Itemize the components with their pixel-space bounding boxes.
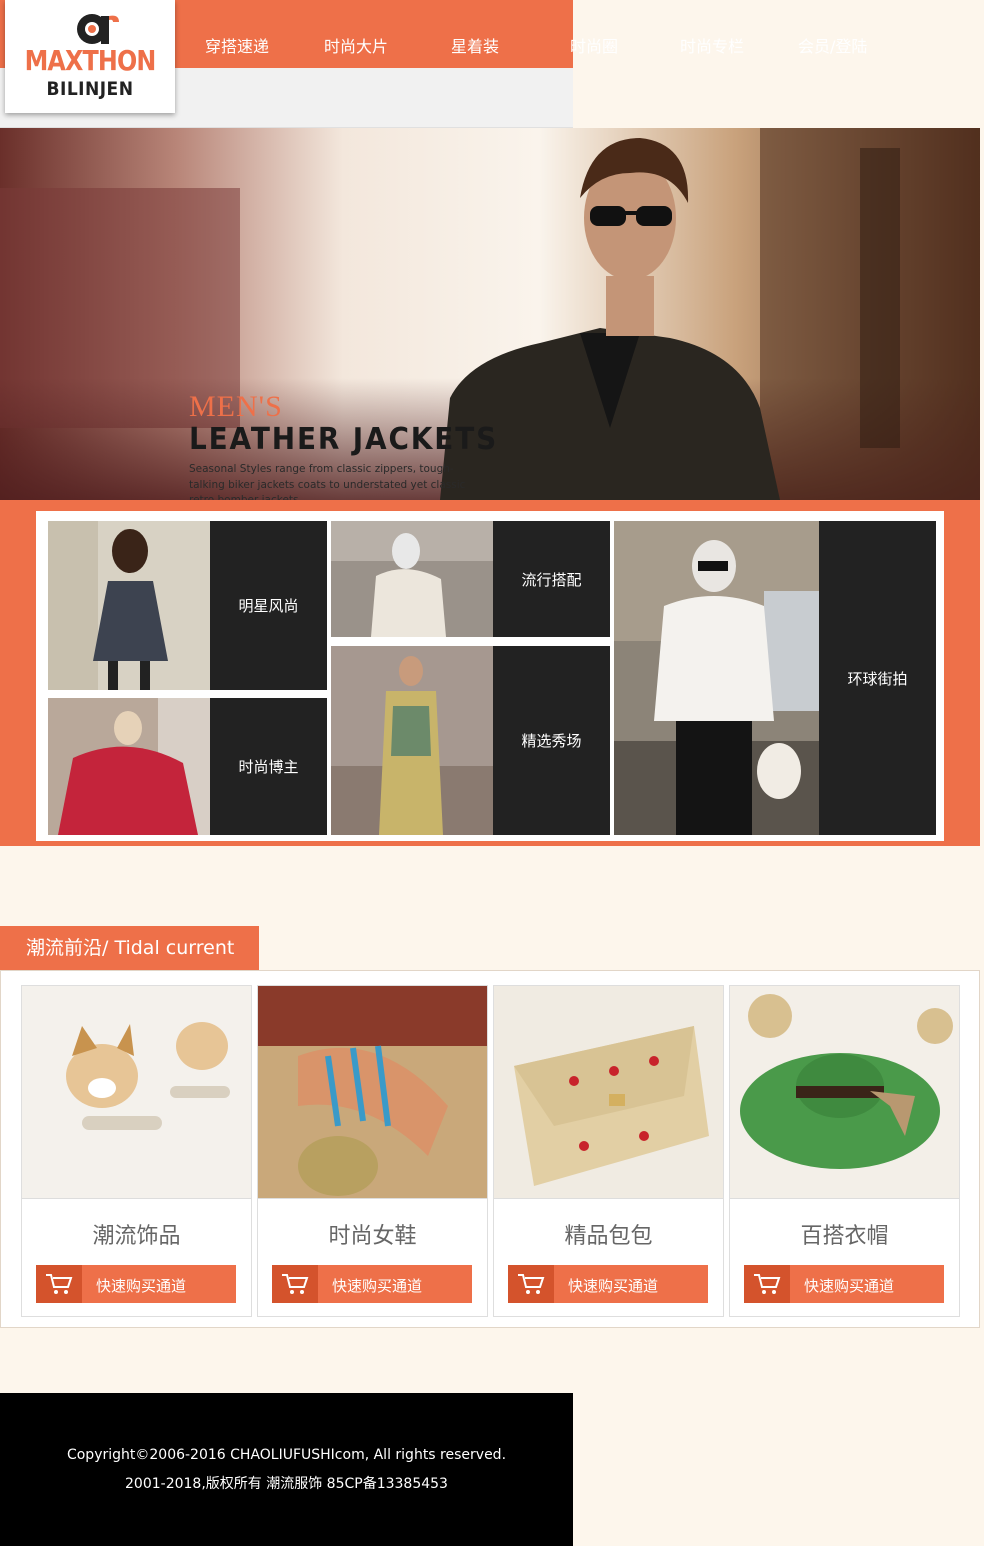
logo-mark-icon bbox=[77, 14, 119, 44]
buy-button[interactable]: 快速购买通道 bbox=[272, 1265, 472, 1303]
product-name: 潮流饰品 bbox=[92, 1224, 181, 1249]
nav-item-celebrity-style[interactable]: 星着装 bbox=[451, 33, 499, 57]
nav-item-fashion-circle[interactable]: 时尚圈 bbox=[570, 33, 618, 57]
category-tile-fashion-blogger[interactable]: 时尚博主 bbox=[48, 698, 327, 835]
shopping-cart-icon bbox=[272, 1265, 318, 1303]
product-name: 精品包包 bbox=[564, 1224, 653, 1249]
product-image[interactable] bbox=[258, 986, 487, 1199]
section-title: 潮流前沿/ Tidal current bbox=[0, 926, 259, 970]
shopping-cart-icon bbox=[508, 1265, 554, 1303]
category-photo bbox=[331, 521, 493, 637]
category-label: 时尚博主 bbox=[210, 698, 327, 835]
buy-button[interactable]: 快速购买通道 bbox=[508, 1265, 708, 1303]
product-image[interactable] bbox=[22, 986, 251, 1199]
footer-license: 2001-2018,版权所有 潮流服饰 85CP备13385453 bbox=[125, 1476, 448, 1492]
product-card-accessories[interactable]: 潮流饰品 快速购买通道 bbox=[21, 985, 252, 1317]
category-tile-global-street[interactable]: 环球街拍 bbox=[614, 521, 936, 835]
buy-button-label: 快速购买通道 bbox=[804, 1277, 895, 1295]
category-photo bbox=[48, 521, 210, 690]
category-label: 环球街拍 bbox=[819, 521, 936, 835]
footer: Copyright©2006-2016 CHAOLIUFUSHIcom, All… bbox=[0, 1393, 573, 1546]
nav-item-member-login[interactable]: 会员/登陆 bbox=[798, 33, 867, 57]
product-card-hats[interactable]: 百搭衣帽 快速购买通道 bbox=[729, 985, 960, 1317]
category-tile-runway-selection[interactable]: 精选秀场 bbox=[331, 646, 610, 835]
logo-brand-secondary: BILINJEN bbox=[46, 78, 134, 100]
product-card-womens-shoes[interactable]: 时尚女鞋 快速购买通道 bbox=[257, 985, 488, 1317]
category-label: 明星风尚 bbox=[210, 521, 327, 690]
site-logo[interactable]: MAXTHON BILINJEN bbox=[5, 0, 175, 113]
buy-button-label: 快速购买通道 bbox=[96, 1277, 187, 1295]
product-name: 百搭衣帽 bbox=[800, 1224, 889, 1249]
product-image[interactable] bbox=[494, 986, 723, 1199]
banner-title-line1: MEN'S bbox=[189, 390, 283, 423]
banner-title-line2: LEATHER JACKETS bbox=[189, 422, 499, 457]
category-label: 流行搭配 bbox=[493, 521, 610, 637]
footer-copyright: Copyright©2006-2016 CHAOLIUFUSHIcom, All… bbox=[66, 1447, 507, 1463]
buy-button-label: 快速购买通道 bbox=[332, 1277, 423, 1295]
logo-brand-primary: MAXTHON bbox=[24, 44, 157, 77]
buy-button[interactable]: 快速购买通道 bbox=[36, 1265, 236, 1303]
nav-item-fashion-column[interactable]: 时尚专栏 bbox=[680, 33, 744, 57]
buy-button-label: 快速购买通道 bbox=[568, 1277, 659, 1295]
category-photo bbox=[48, 698, 210, 835]
product-image[interactable] bbox=[730, 986, 959, 1199]
hero-banner[interactable]: MEN'S LEATHER JACKETS Seasonal Styles ra… bbox=[0, 128, 980, 500]
product-card-handbags[interactable]: 精品包包 快速购买通道 bbox=[493, 985, 724, 1317]
shopping-cart-icon bbox=[744, 1265, 790, 1303]
category-photo bbox=[614, 521, 819, 835]
category-label: 精选秀场 bbox=[493, 646, 610, 835]
shopping-cart-icon bbox=[36, 1265, 82, 1303]
category-tile-trending-match[interactable]: 流行搭配 bbox=[331, 521, 610, 637]
category-photo bbox=[331, 646, 493, 835]
nav-item-fashion-editorial[interactable]: 时尚大片 bbox=[324, 33, 388, 57]
banner-description: Seasonal Styles range from classic zippe… bbox=[189, 463, 466, 500]
category-tile-celebrity[interactable]: 明星风尚 bbox=[48, 521, 327, 690]
product-name: 时尚女鞋 bbox=[328, 1224, 417, 1249]
nav-item-outfit-express[interactable]: 穿搭速递 bbox=[205, 33, 269, 57]
buy-button[interactable]: 快速购买通道 bbox=[744, 1265, 944, 1303]
